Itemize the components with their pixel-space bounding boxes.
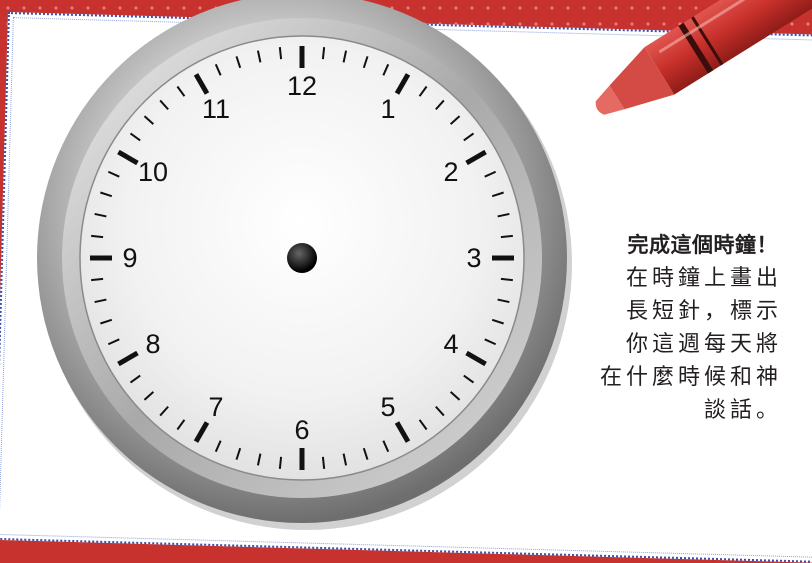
minute-tick: [278, 47, 283, 60]
clock-numeral-12: 12: [287, 71, 317, 101]
minute-tick: [278, 456, 283, 469]
clock-numeral-11: 11: [202, 94, 230, 124]
clock-numeral-10: 10: [138, 157, 168, 187]
minute-tick: [91, 234, 104, 239]
minute-tick: [500, 234, 513, 239]
instruction-body: 在時鐘上畫出 長短針，標示 你這週每天將 在什麼時候和神 談話。: [599, 266, 782, 423]
crayon-icon: [595, 0, 812, 115]
clock-numeral-9: 9: [122, 243, 137, 273]
instruction-text-block: 完成這個時鐘！ 在時鐘上畫出 長短針，標示 你這週每天將 在什麼時候和神 談話。: [545, 228, 790, 427]
clock-numeral-4: 4: [443, 329, 458, 359]
clock-numeral-2: 2: [443, 157, 458, 187]
clock-numeral-1: 1: [380, 94, 395, 124]
clock-numeral-8: 8: [146, 329, 161, 359]
clock-center-pin: [287, 243, 317, 273]
clock-numeral-7: 7: [208, 392, 223, 422]
clock-numeral-6: 6: [294, 415, 309, 445]
minute-tick: [500, 277, 513, 282]
minute-tick: [91, 277, 104, 282]
minute-tick: [321, 456, 326, 469]
minute-tick: [321, 47, 326, 60]
clock-numeral-5: 5: [380, 392, 395, 422]
instruction-title: 完成這個時鐘！: [627, 233, 778, 257]
clock-numeral-3: 3: [466, 243, 481, 273]
